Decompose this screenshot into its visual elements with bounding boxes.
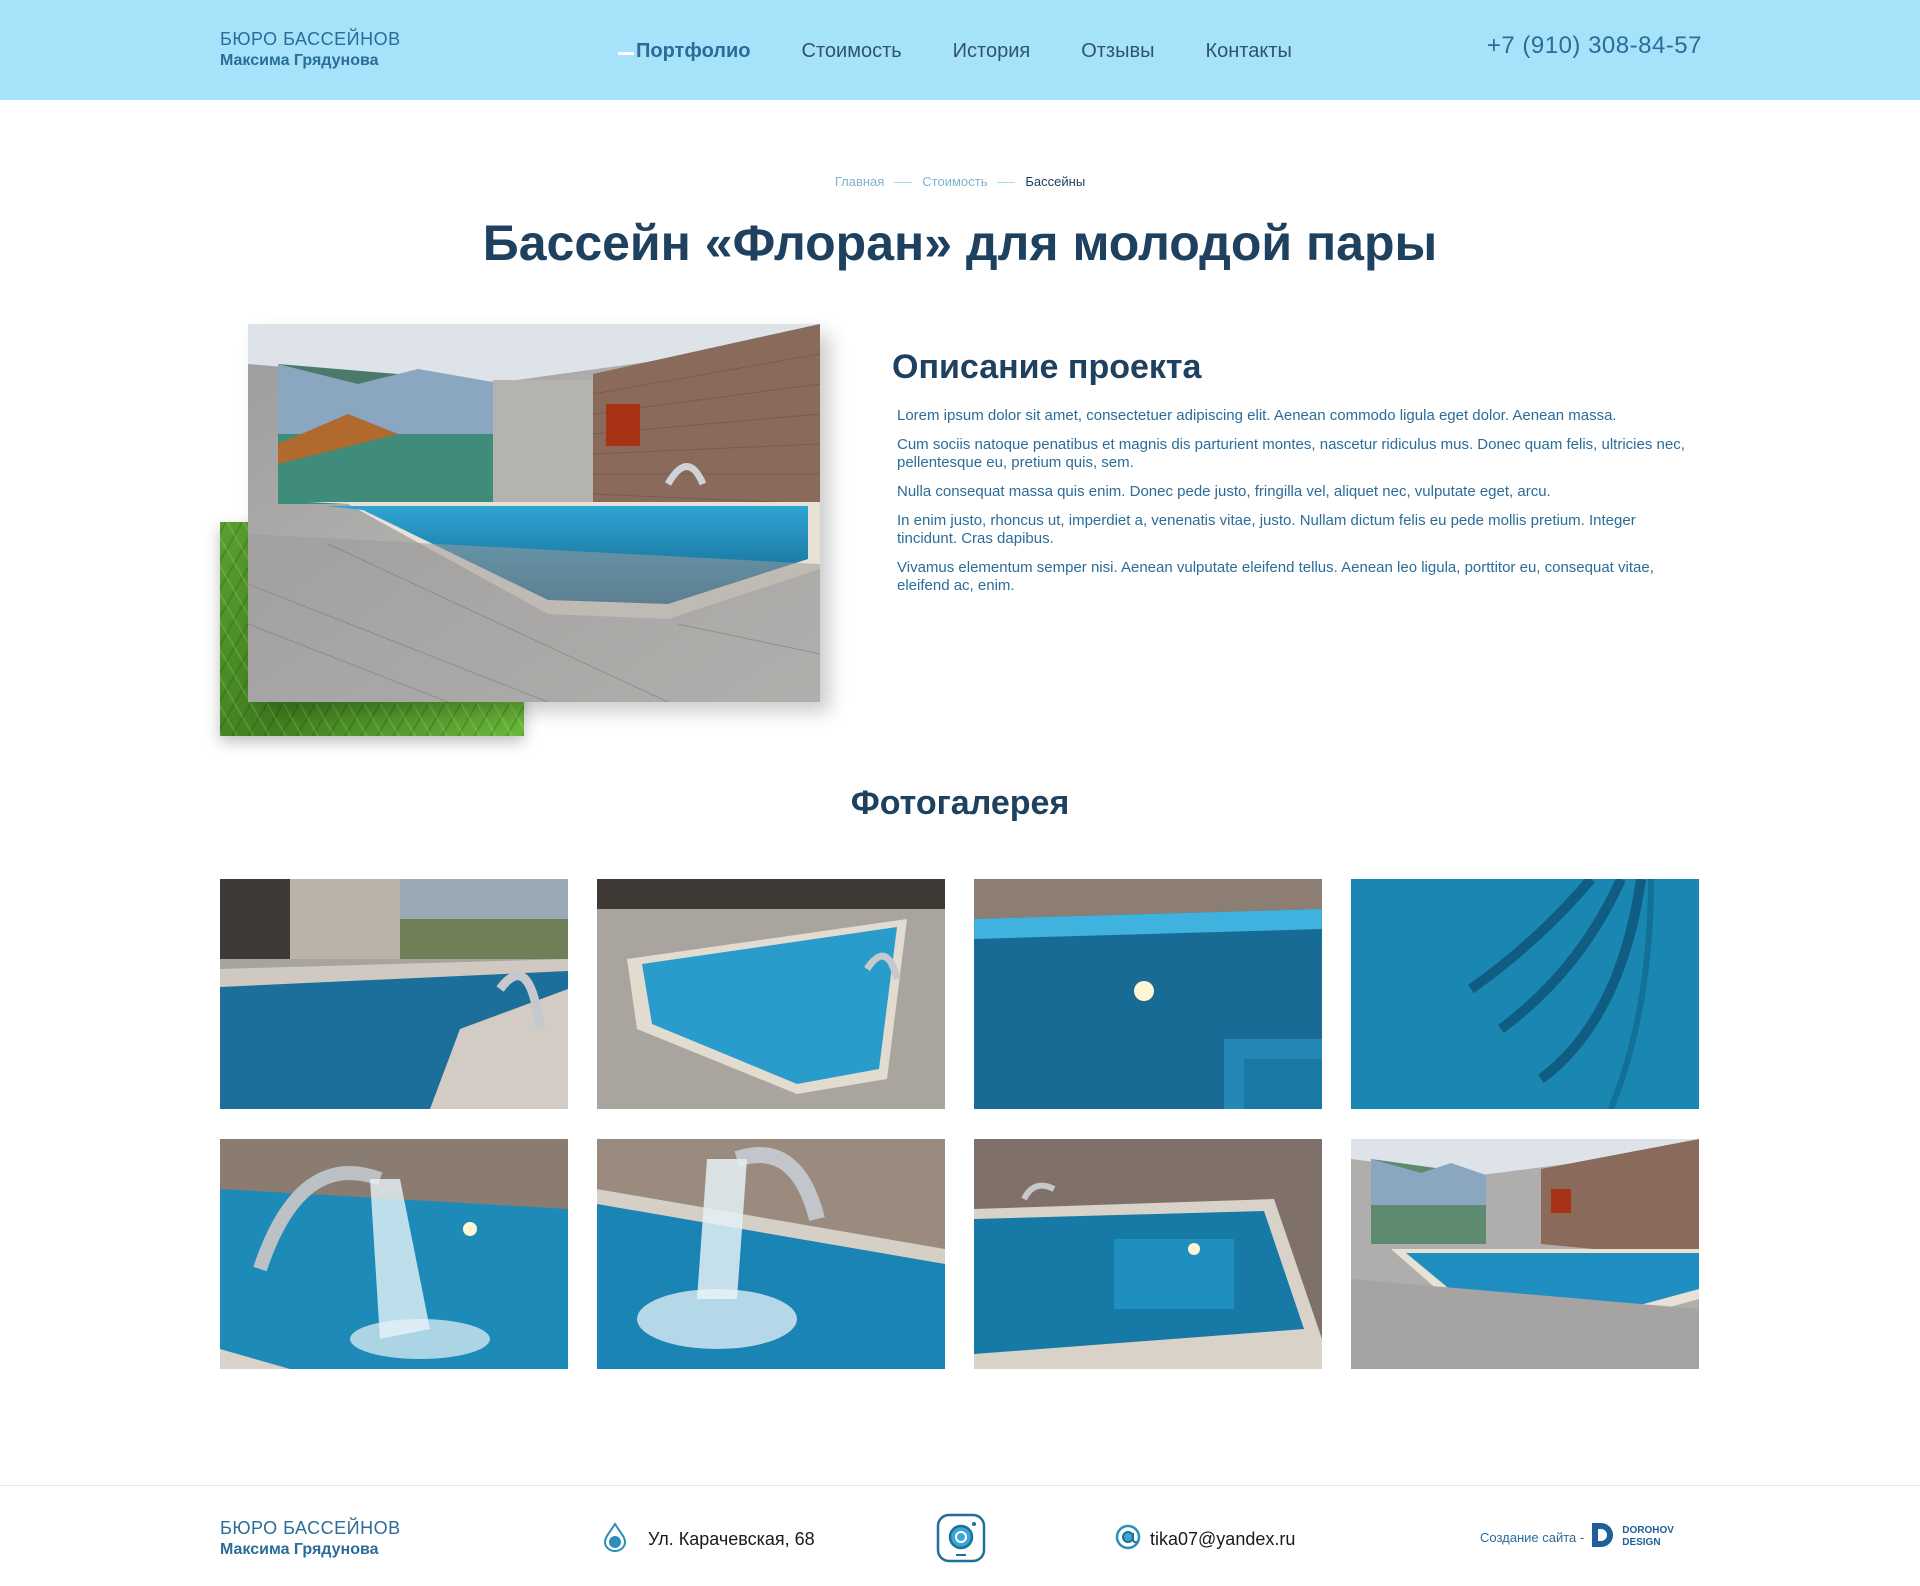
- gallery-photo-1[interactable]: [220, 879, 568, 1109]
- description-paragraph: Cum sociis natoque penatibus et magnis d…: [897, 436, 1685, 471]
- gallery-photo-8[interactable]: [1351, 1139, 1699, 1369]
- gallery-photo-7[interactable]: [974, 1139, 1322, 1369]
- email-text: tika07@yandex.ru: [1150, 1528, 1296, 1549]
- nav-item-history[interactable]: История: [953, 40, 1031, 63]
- description-heading: Описание проекта: [892, 348, 1202, 386]
- nav-item-contacts[interactable]: Контакты: [1205, 40, 1291, 63]
- gallery-photo-4[interactable]: [1351, 879, 1699, 1109]
- water-drop-icon: [602, 1521, 628, 1557]
- breadcrumb-pricing[interactable]: Стоимость: [922, 174, 987, 189]
- credit-brand: DOROHOV DESIGN: [1622, 1525, 1674, 1549]
- nav-item-pricing[interactable]: Стоимость: [802, 40, 902, 63]
- project-description: Описание проекта Lorem ipsum dolor sit a…: [892, 348, 1692, 606]
- gallery-photo-5[interactable]: [220, 1139, 568, 1369]
- footer-email[interactable]: tika07@yandex.ru: [1114, 1524, 1295, 1554]
- breadcrumb-current: Бассейны: [1025, 174, 1086, 189]
- credit-label: Создание сайта -: [1480, 1529, 1585, 1545]
- breadcrumb: Главная Стоимость Бассейны: [0, 174, 1920, 189]
- gallery-photo-6[interactable]: [597, 1139, 945, 1369]
- credit-brand-line-2: DESIGN: [1622, 1537, 1661, 1548]
- description-paragraph: Vivamus elementum semper nisi. Aenean vu…: [897, 559, 1654, 594]
- hero-pool-photo: [248, 324, 820, 702]
- site-credit[interactable]: Создание сайта - DOROHOV DESIGN: [1480, 1521, 1674, 1553]
- gallery-photo-2[interactable]: [597, 879, 945, 1109]
- footer-address: Ул. Карачевская, 68: [602, 1521, 815, 1557]
- breadcrumb-home[interactable]: Главная: [835, 174, 884, 189]
- logo-line-1: БЮРО БАССЕЙНОВ: [220, 29, 401, 49]
- dorohov-design-logo: [1590, 1521, 1616, 1554]
- description-paragraph: In enim justo, rhoncus ut, imperdiet a, …: [897, 512, 1636, 547]
- footer-logo-line-1: БЮРО БАССЕЙНОВ: [220, 1518, 401, 1538]
- site-logo[interactable]: БЮРО БАССЕЙНОВ Максима Грядунова: [220, 28, 401, 72]
- footer-divider: [0, 1485, 1920, 1486]
- footer-logo[interactable]: БЮРО БАССЕЙНОВ Максима Грядунова: [220, 1517, 401, 1561]
- header-phone[interactable]: +7 (910) 308-84-57: [1487, 32, 1702, 60]
- logo-line-2: Максима Грядунова: [220, 52, 379, 69]
- page-title: Бассейн «Флоран» для молодой пары: [482, 215, 1438, 271]
- footer-logo-line-2: Максима Грядунова: [220, 1541, 379, 1558]
- main-nav: Портфолио Стоимость История Отзывы Конта…: [616, 38, 1343, 64]
- credit-brand-line-1: DOROHOV: [1622, 1525, 1674, 1536]
- description-paragraph: Lorem ipsum dolor sit amet, consectetuer…: [897, 407, 1617, 424]
- nav-item-reviews[interactable]: Отзывы: [1081, 40, 1154, 63]
- site-header: БЮРО БАССЕЙНОВ Максима Грядунова Портфол…: [0, 0, 1920, 100]
- breadcrumb-separator: [894, 182, 913, 184]
- description-paragraph: Nulla consequat massa quis enim. Donec p…: [897, 483, 1551, 500]
- breadcrumb-separator: [997, 182, 1016, 184]
- nav-item-portfolio[interactable]: Портфолио: [616, 40, 751, 63]
- instagram-icon[interactable]: [936, 1513, 986, 1563]
- gallery-photo-3[interactable]: [974, 879, 1322, 1109]
- at-sign-icon: [1114, 1523, 1142, 1556]
- gallery-heading: Фотогалерея: [850, 784, 1070, 822]
- address-text: Ул. Карачевская, 68: [648, 1528, 815, 1549]
